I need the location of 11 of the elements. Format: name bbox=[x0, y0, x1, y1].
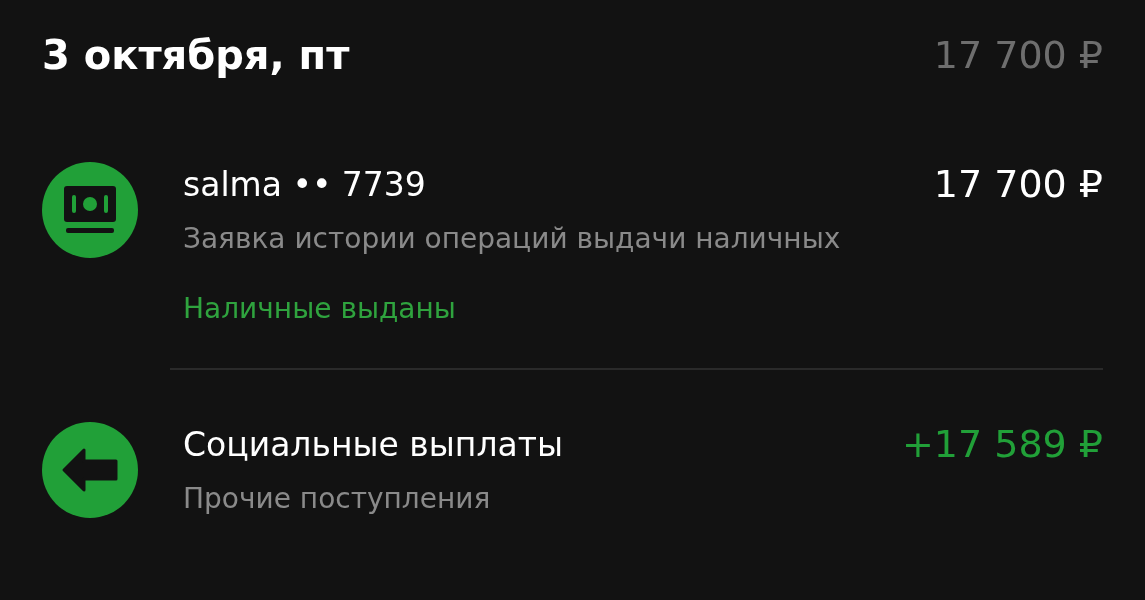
operation-title[interactable]: Социальные выплаты bbox=[183, 424, 563, 464]
operation-description: Заявка истории операций выдачи наличных bbox=[183, 222, 842, 256]
operation-amount: +17 589 ₽ bbox=[901, 422, 1103, 466]
operation-status: Наличные выданы bbox=[183, 292, 457, 326]
operation-description: Прочие поступления bbox=[183, 482, 492, 516]
date-heading: 3 октября, пт bbox=[42, 32, 350, 78]
day-total: 17 700 ₽ bbox=[933, 33, 1103, 77]
cash-icon bbox=[42, 162, 138, 258]
operation-title[interactable]: salma •• 7739 bbox=[183, 164, 426, 204]
operation-amount: 17 700 ₽ bbox=[933, 162, 1103, 206]
arrow-left-icon bbox=[42, 422, 138, 518]
